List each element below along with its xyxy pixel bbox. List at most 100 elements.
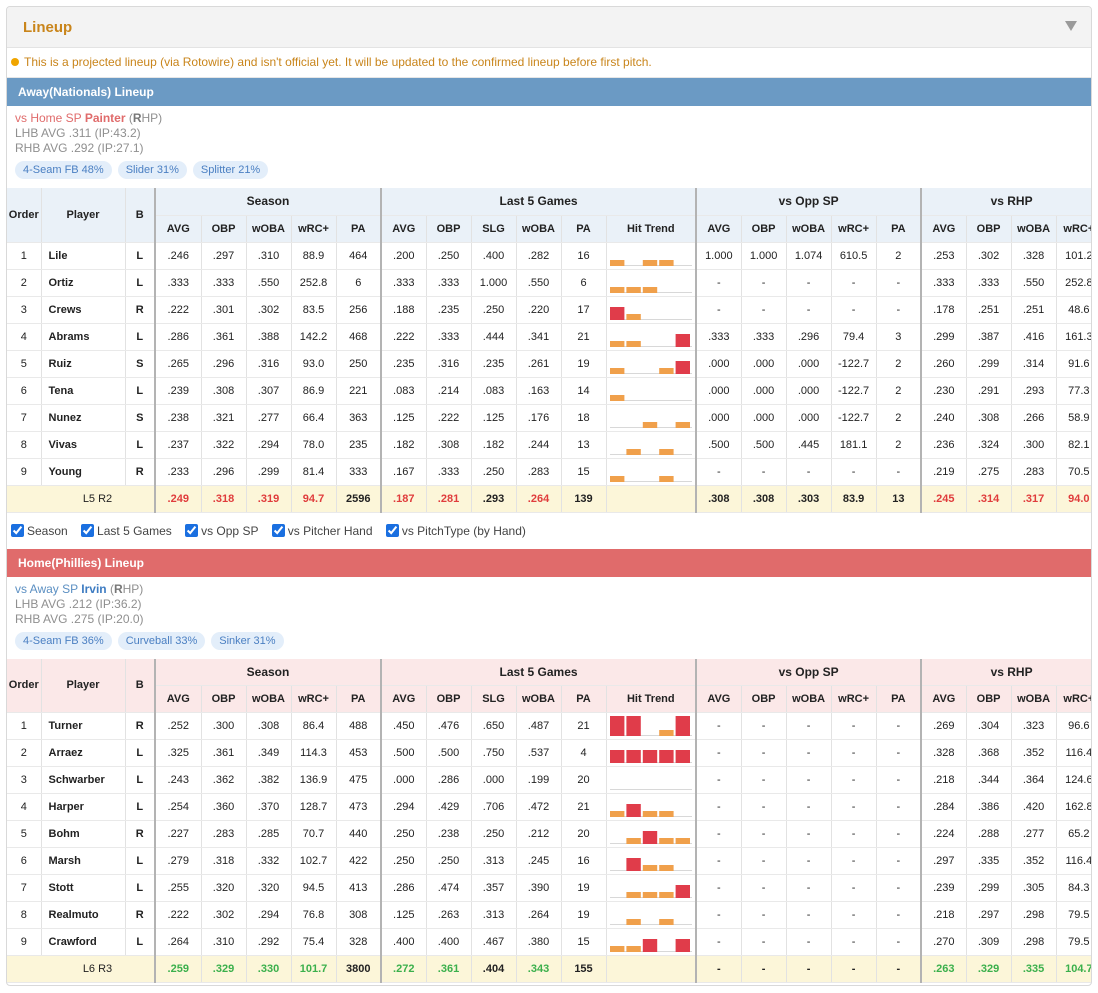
cell-l-pa: 21 (560, 323, 606, 351)
toggle-season[interactable]: Season (11, 513, 68, 549)
toggle-last5[interactable]: Last 5 Games (81, 513, 172, 549)
player-name-link[interactable]: Marsh (40, 847, 125, 875)
cell-o-wrc: 79.4 (830, 323, 877, 351)
column-toggles: Season Last 5 Games vs Opp SP vs Pitcher… (7, 513, 1091, 549)
row-bats: R (124, 458, 155, 486)
player-name-link[interactable]: Turner (40, 712, 125, 740)
header-col-pa: PA (875, 685, 922, 713)
hit-trend-bar (609, 306, 625, 320)
cell-l-avg: .235 (380, 350, 426, 378)
header-col-avg: AVG (695, 685, 742, 713)
cell-s-pa: 328 (335, 928, 381, 956)
player-name-link[interactable]: Bohm (40, 820, 125, 848)
cell-l-obp: .238 (425, 820, 471, 848)
away-pitch-mix: 4-Seam FB 48% Slider 31% Splitter 21% (15, 161, 1083, 179)
cell-s-woba: .277 (245, 404, 291, 432)
row-order: 9 (7, 458, 41, 486)
toggle-vs-opp-sp-checkbox[interactable] (185, 523, 199, 537)
cell-l-obp: .333 (425, 458, 471, 486)
cell-s-wrc: 78.0 (290, 431, 336, 459)
cell-o-avg: .000 (695, 404, 742, 432)
home-pitch-pill[interactable]: 4-Seam FB 36% (15, 631, 112, 650)
cell-l-obp: .250 (425, 847, 471, 875)
home-pitch-pill[interactable]: Curveball 33% (117, 631, 206, 650)
panel-header[interactable]: Lineup (7, 7, 1091, 48)
hit-trend-cell (605, 296, 697, 324)
home-pitch-pill[interactable]: Sinker 31% (211, 631, 284, 650)
away-pitch-pill[interactable]: 4-Seam FB 48% (15, 161, 112, 179)
hit-trend-bar (658, 259, 674, 266)
player-name-link[interactable]: Abrams (40, 323, 125, 351)
cell-o-avg: - (695, 458, 742, 486)
toggle-vs-pitcher-hand-checkbox[interactable] (271, 523, 285, 537)
cell-l-pa: 14 (560, 377, 606, 405)
header-group-vshand: vs RHP (920, 658, 1091, 686)
hit-trend-bar (626, 286, 641, 293)
total-trend-empty (605, 955, 697, 983)
cell-l-pa: 18 (560, 404, 606, 432)
player-name-link[interactable]: Nunez (40, 404, 125, 432)
hit-trend-bar (626, 313, 641, 320)
player-name-link[interactable]: Ortiz (40, 269, 125, 297)
cell-l-avg: .400 (380, 928, 426, 956)
header-col-trend: Hit Trend (605, 685, 697, 713)
home-sp-name[interactable]: Irvin (81, 582, 106, 596)
cell-l-slg: .706 (470, 793, 516, 821)
hit-trend-chart (609, 831, 692, 844)
player-name-link[interactable]: Realmuto (40, 901, 125, 929)
row-bats: R (124, 820, 155, 848)
header-col-avg: AVG (920, 215, 967, 243)
player-name-link[interactable]: Young (40, 458, 125, 486)
cell-l-obp: .308 (425, 431, 471, 459)
header-bats: B (124, 658, 155, 713)
player-name-link[interactable]: Schwarber (40, 766, 125, 794)
cell-o-obp: .000 (740, 350, 787, 378)
player-name-link[interactable]: Crawford (40, 928, 125, 956)
total-o-obp: - (740, 955, 787, 983)
player-name-link[interactable]: Harper (40, 793, 125, 821)
cell-h-wrc: 48.6 (1055, 296, 1091, 324)
total-o-avg: - (695, 955, 742, 983)
away-sp-name[interactable]: Painter (85, 111, 126, 125)
toggle-vs-opp-sp[interactable]: vs Opp SP (185, 513, 258, 549)
hit-trend-bar (675, 360, 690, 374)
hit-trend-bar (609, 394, 625, 401)
away-pitch-pill[interactable]: Slider 31% (117, 161, 187, 179)
total-h-woba: .335 (1010, 955, 1057, 983)
hit-trend-bar (675, 885, 690, 898)
cell-l-slg: .400 (470, 242, 516, 270)
cell-l-obp: .400 (425, 928, 471, 956)
cell-o-wrc: - (830, 901, 877, 929)
player-name-link[interactable]: Arraez (40, 739, 125, 767)
header-col-wrc: wRC+ (830, 685, 877, 713)
cell-o-woba: .000 (785, 377, 832, 405)
cell-s-obp: .308 (200, 377, 246, 405)
hit-trend-bar (626, 804, 641, 817)
hit-trend-bar (626, 716, 641, 736)
cell-o-woba: - (785, 269, 832, 297)
cell-o-pa: - (875, 847, 922, 875)
toggle-last5-checkbox[interactable] (81, 523, 95, 537)
away-pitch-pill[interactable]: Splitter 21% (192, 161, 269, 179)
cell-l-obp: .333 (425, 323, 471, 351)
row-order: 5 (7, 820, 41, 848)
cell-s-pa: 473 (335, 793, 381, 821)
toggle-vs-pitchtype[interactable]: vs PitchType (by Hand) (385, 513, 526, 549)
player-name-link[interactable]: Vivas (40, 431, 125, 459)
player-name-link[interactable]: Tena (40, 377, 125, 405)
toggle-vs-pitchtype-checkbox[interactable] (385, 523, 399, 537)
cell-l-slg: .313 (470, 847, 516, 875)
cell-h-obp: .333 (965, 269, 1012, 297)
player-name-link[interactable]: Ruiz (40, 350, 125, 378)
cell-o-avg: .000 (695, 350, 742, 378)
cell-s-avg: .243 (154, 766, 201, 794)
hit-trend-bar (675, 333, 690, 347)
player-name-link[interactable]: Crews (40, 296, 125, 324)
player-name-link[interactable]: Stott (40, 874, 125, 902)
cell-h-woba: .420 (1010, 793, 1057, 821)
toggle-vs-pitcher-hand[interactable]: vs Pitcher Hand (271, 513, 373, 549)
toggle-season-checkbox[interactable] (11, 523, 24, 537)
cell-h-avg: .240 (920, 404, 967, 432)
collapse-triangle-icon[interactable] (1065, 21, 1077, 31)
player-name-link[interactable]: Lile (40, 242, 125, 270)
